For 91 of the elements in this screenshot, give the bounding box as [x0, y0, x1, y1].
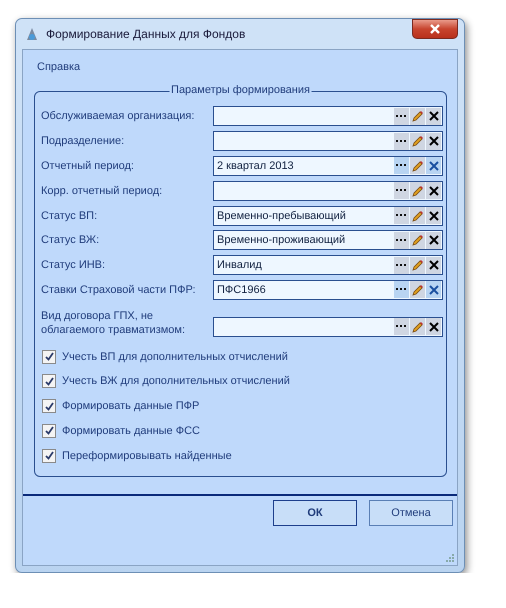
pencil-icon — [412, 234, 424, 246]
clear-icon — [428, 111, 438, 122]
ellipsis-icon — [396, 238, 407, 242]
clear-button[interactable] — [426, 281, 441, 298]
clear-icon — [428, 235, 438, 246]
window-title: Формирование Данных для Фондов — [46, 27, 246, 41]
browse-button[interactable] — [394, 318, 409, 336]
checkbox-label: Переформировывать найденные — [62, 450, 232, 462]
ellipsis-icon — [396, 164, 407, 168]
field-label: Статус ИНВ: — [41, 258, 106, 272]
ellipsis-icon — [396, 189, 407, 192]
lookup-field[interactable] — [213, 316, 443, 337]
clear-button[interactable] — [426, 182, 441, 200]
pencil-icon — [412, 135, 424, 148]
edit-button[interactable] — [410, 318, 425, 336]
ellipsis-icon — [396, 114, 407, 118]
field-label: Ставки Страховой части ПФР: — [41, 282, 197, 297]
field-label: Обслуживаемая организация: — [41, 109, 196, 124]
checkbox-label: Учесть ВЖ для дополнительных отчислений — [62, 375, 290, 388]
field-label: Вид договора ГПХ, не облагаемого травматизмом: — [41, 308, 186, 337]
clear-icon — [428, 136, 438, 146]
lookup-field[interactable]: ПФС1966 — [213, 280, 443, 300]
ellipsis-icon — [396, 264, 407, 267]
clear-icon — [428, 260, 438, 270]
pencil-icon — [412, 160, 424, 172]
edit-button[interactable] — [410, 108, 425, 125]
clear-button[interactable] — [426, 256, 441, 274]
clear-icon — [428, 284, 438, 295]
browse-button[interactable] — [394, 108, 409, 125]
browse-button[interactable] — [394, 281, 409, 298]
browse-button[interactable] — [394, 157, 409, 174]
close-icon — [429, 24, 441, 34]
checkbox[interactable] — [42, 399, 56, 414]
clear-button[interactable] — [426, 108, 441, 125]
lookup-field[interactable] — [213, 180, 443, 201]
app-icon — [24, 26, 40, 42]
menu-item[interactable]: Справка — [37, 61, 80, 73]
pencil-icon — [412, 110, 424, 122]
checkbox[interactable] — [42, 424, 56, 438]
group-title: Параметры формирования — [169, 84, 312, 96]
close-button[interactable] — [412, 19, 458, 39]
checkbox-label: Формировать данные ПФР — [62, 400, 200, 412]
browse-button[interactable] — [394, 232, 409, 249]
clear-button[interactable] — [426, 157, 441, 174]
clear-button[interactable] — [426, 132, 441, 150]
browse-button[interactable] — [394, 132, 409, 150]
browse-button[interactable] — [394, 182, 409, 200]
lookup-field[interactable]: Временно-проживающий — [213, 230, 443, 250]
field-label: Статус ВЖ: — [41, 233, 100, 248]
edit-button[interactable] — [410, 207, 425, 224]
browse-button[interactable] — [394, 207, 409, 224]
field-label: Подразделение: — [41, 134, 126, 148]
browse-button[interactable] — [394, 256, 409, 274]
clear-icon — [428, 210, 438, 221]
clear-icon — [428, 322, 438, 332]
field-label: Отчетный период: — [41, 158, 135, 173]
pencil-icon — [412, 320, 424, 333]
edit-button[interactable] — [410, 157, 425, 174]
lookup-field[interactable]: Инвалид — [213, 255, 443, 276]
edit-button[interactable] — [410, 182, 425, 200]
ellipsis-icon — [396, 140, 407, 143]
lookup-field[interactable] — [213, 131, 443, 152]
clear-button[interactable] — [426, 318, 441, 336]
edit-button[interactable] — [410, 132, 425, 150]
clear-button[interactable] — [426, 232, 441, 249]
checkbox-label: Учесть ВП для дополнительных отчислений — [62, 350, 288, 363]
clear-button[interactable] — [426, 207, 441, 224]
field-label: Корр. отчетный период: — [41, 184, 164, 198]
edit-button[interactable] — [410, 281, 425, 298]
checkbox[interactable] — [42, 374, 56, 388]
ok-button[interactable]: ОК — [273, 500, 357, 526]
cancel-button[interactable]: Отмена — [369, 500, 453, 526]
edit-button[interactable] — [410, 232, 425, 249]
ellipsis-icon — [396, 288, 407, 292]
lookup-field[interactable] — [213, 106, 443, 126]
field-label: Статус ВП: — [41, 208, 98, 223]
lookup-field[interactable]: Временно-пребывающий — [213, 206, 443, 226]
checkbox[interactable] — [42, 350, 56, 364]
ellipsis-icon — [396, 214, 407, 218]
checkbox-label: Формировать данные ФСС — [62, 424, 200, 437]
pencil-icon — [412, 259, 424, 272]
ellipsis-icon — [396, 325, 407, 328]
pencil-icon — [412, 184, 424, 197]
clear-icon — [428, 160, 438, 171]
edit-button[interactable] — [410, 256, 425, 274]
pencil-icon — [412, 284, 424, 296]
pencil-icon — [412, 210, 424, 222]
checkbox[interactable] — [42, 448, 56, 463]
resize-grip-icon[interactable] — [445, 553, 455, 563]
lookup-field[interactable]: 2 квартал 2013 — [213, 156, 443, 176]
clear-icon — [428, 186, 438, 196]
